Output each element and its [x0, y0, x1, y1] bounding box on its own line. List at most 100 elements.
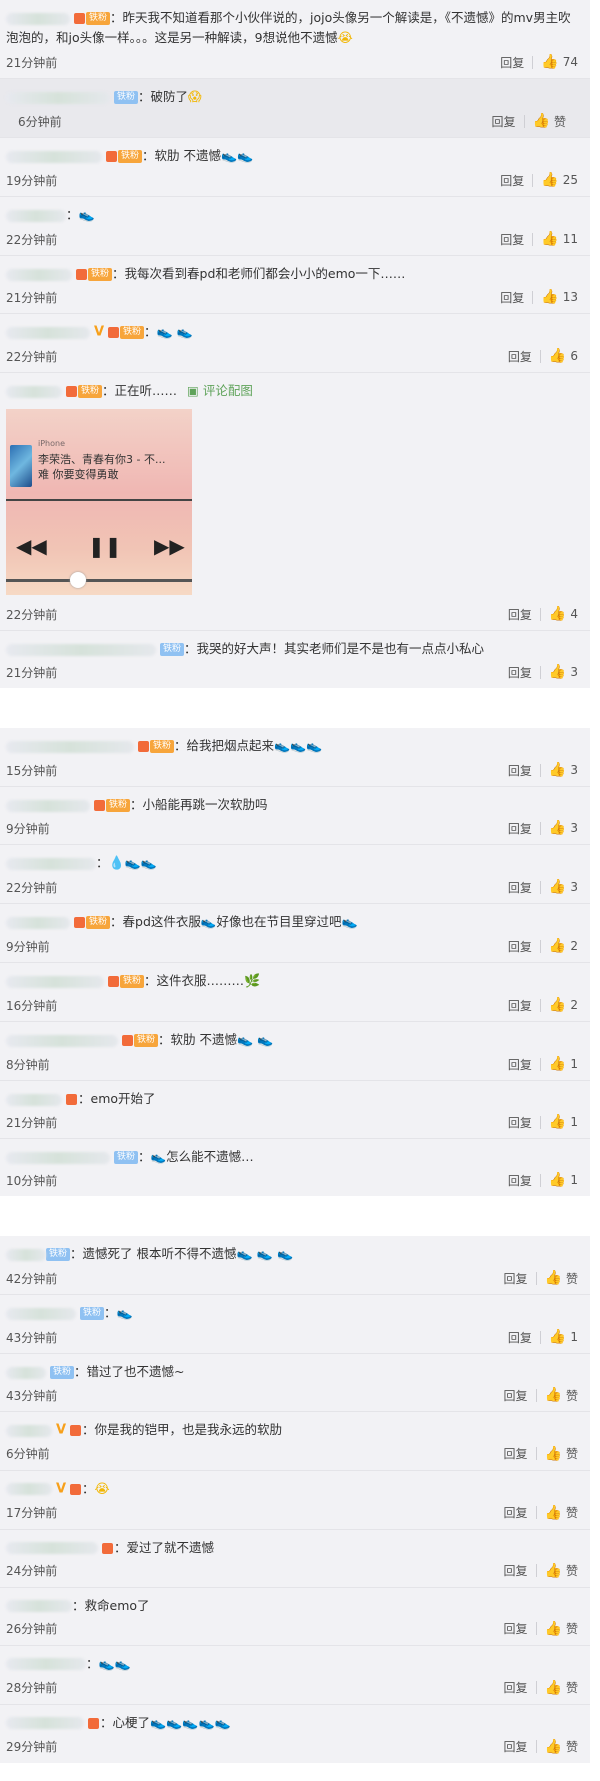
username-blurred[interactable] [6, 385, 62, 398]
thumbs-up-icon: 👍 [548, 1114, 567, 1130]
like-button[interactable]: 👍 2 [549, 997, 578, 1013]
username-blurred[interactable] [6, 268, 72, 281]
like-count: 3 [570, 665, 578, 679]
like-button[interactable]: 👍 1 [549, 1056, 578, 1072]
comment-item: 铁粉 ：小船能再跳一次软肋吗 9分钟前 回复 👍 3 [0, 787, 590, 845]
like-button[interactable]: 👍 赞 [545, 1679, 578, 1696]
like-button[interactable]: 👍 赞 [545, 1504, 578, 1521]
reply-button[interactable]: 回复 [504, 1679, 528, 1696]
progress-bar [6, 579, 192, 582]
sneaker-emoji-icon: 👟 👟 [237, 1033, 274, 1048]
reply-button[interactable]: 回复 [504, 1387, 528, 1404]
username-blurred[interactable] [6, 1151, 110, 1164]
like-button[interactable]: 👍 74 [541, 54, 578, 70]
music-player-screenshot[interactable]: iPhone 李荣浩、青春有你3 - 不... 难 你要变得勇敢 ◀◀ ❚❚ ▶… [6, 409, 192, 595]
reply-button[interactable]: 回复 [508, 820, 532, 837]
reply-button[interactable]: 回复 [504, 1270, 528, 1287]
like-button[interactable]: 👍 3 [549, 879, 578, 895]
like-button[interactable]: 👍 3 [549, 762, 578, 778]
username-blurred[interactable] [6, 91, 110, 104]
username-blurred[interactable] [6, 643, 156, 656]
username-blurred[interactable] [6, 1366, 46, 1379]
reply-button[interactable]: 回复 [500, 54, 524, 71]
reply-button[interactable]: 回复 [504, 1738, 528, 1755]
reply-button[interactable]: 回复 [504, 1504, 528, 1521]
username-blurred[interactable] [6, 1093, 62, 1106]
like-button[interactable]: 👍 3 [549, 664, 578, 680]
thumbs-up-icon: 👍 [548, 1172, 567, 1188]
like-button[interactable]: 👍 2 [549, 938, 578, 954]
like-button[interactable]: 👍 赞 [545, 1738, 578, 1755]
username-blurred[interactable] [6, 1717, 84, 1729]
reply-button[interactable]: 回复 [500, 289, 524, 306]
username-blurred[interactable] [6, 1658, 86, 1670]
like-button[interactable]: 👍 1 [549, 1114, 578, 1130]
reply-button[interactable]: 回复 [504, 1445, 528, 1462]
divider [539, 1330, 541, 1344]
like-count: 赞 [565, 1681, 578, 1695]
reply-button[interactable]: 回复 [492, 113, 516, 130]
username-blurred[interactable] [6, 975, 104, 988]
fan-badge: 铁粉 [85, 916, 110, 929]
like-button[interactable]: 👍 6 [549, 348, 578, 364]
reply-button[interactable]: 回复 [508, 1056, 532, 1073]
username-blurred[interactable] [6, 1248, 46, 1261]
username-blurred[interactable] [6, 1542, 98, 1554]
like-button[interactable]: 👍 1 [549, 1172, 578, 1188]
like-button[interactable]: 👍 11 [541, 231, 578, 247]
like-button[interactable]: 👍 赞 [545, 1620, 578, 1637]
reply-button[interactable]: 回复 [504, 1562, 528, 1579]
reply-button[interactable]: 回复 [500, 231, 524, 248]
comment-text: 👟怎么能不遗憾… [150, 1149, 254, 1164]
username-blurred[interactable] [6, 150, 102, 163]
username-blurred[interactable] [6, 12, 70, 25]
like-button[interactable]: 👍 1 [549, 1329, 578, 1345]
like-button[interactable]: 👍 13 [541, 289, 578, 305]
fan-badge: 铁粉 [87, 268, 112, 281]
username-blurred[interactable] [6, 799, 90, 812]
divider [532, 55, 534, 69]
comment-item: ：👟 22分钟前 回复 👍 11 [0, 197, 590, 256]
reply-button[interactable]: 回复 [508, 348, 532, 365]
username-blurred[interactable] [6, 1034, 118, 1047]
comment-text: 小船能再跳一次软肋吗 [142, 797, 268, 812]
username-blurred[interactable] [6, 1483, 52, 1495]
comment-time: 17分钟前 [6, 1506, 58, 1520]
like-button[interactable]: 👍 3 [549, 820, 578, 836]
reply-button[interactable]: 回复 [508, 997, 532, 1014]
like-count: 2 [570, 939, 578, 953]
username-blurred[interactable] [6, 740, 134, 753]
like-button[interactable]: 👍 赞 [545, 1445, 578, 1462]
like-count: 1 [570, 1173, 578, 1187]
username-blurred[interactable] [6, 326, 90, 339]
reply-button[interactable]: 回复 [508, 879, 532, 896]
like-button[interactable]: 👍 25 [541, 172, 578, 188]
username-blurred[interactable] [6, 916, 70, 929]
comment-time: 42分钟前 [6, 1271, 58, 1286]
reply-button[interactable]: 回复 [508, 606, 532, 623]
username-blurred[interactable] [6, 209, 66, 222]
username-blurred[interactable] [6, 1307, 76, 1320]
like-count: 1 [570, 1057, 578, 1071]
reply-button[interactable]: 回复 [500, 172, 524, 189]
like-button[interactable]: 👍 4 [549, 606, 578, 622]
reply-button[interactable]: 回复 [504, 1620, 528, 1637]
fan-icon [70, 1425, 82, 1436]
like-button[interactable]: 👍 赞 [545, 1270, 578, 1287]
like-button[interactable]: 👍 赞 [545, 1562, 578, 1579]
like-button[interactable]: 👍 赞 [533, 113, 566, 130]
username-blurred[interactable] [6, 1424, 52, 1437]
reply-button[interactable]: 回复 [508, 1172, 532, 1189]
comment-image-link[interactable]: ▣ 评论配图 [187, 383, 253, 398]
reply-button[interactable]: 回复 [508, 1114, 532, 1131]
username-blurred[interactable] [6, 1600, 72, 1612]
reply-button[interactable]: 回复 [508, 762, 532, 779]
comment-item-with-image: 铁粉 ：正在听…… ▣ 评论配图 iPhone 李荣浩、青春有你3 - 不... … [0, 373, 590, 631]
comment-time: 22分钟前 [6, 232, 58, 247]
reply-button[interactable]: 回复 [508, 1329, 532, 1346]
like-button[interactable]: 👍 赞 [545, 1387, 578, 1404]
reply-button[interactable]: 回复 [508, 938, 532, 955]
reply-button[interactable]: 回复 [508, 664, 532, 681]
username-blurred[interactable] [6, 857, 96, 870]
fan-badge: 铁粉 [46, 1248, 71, 1261]
